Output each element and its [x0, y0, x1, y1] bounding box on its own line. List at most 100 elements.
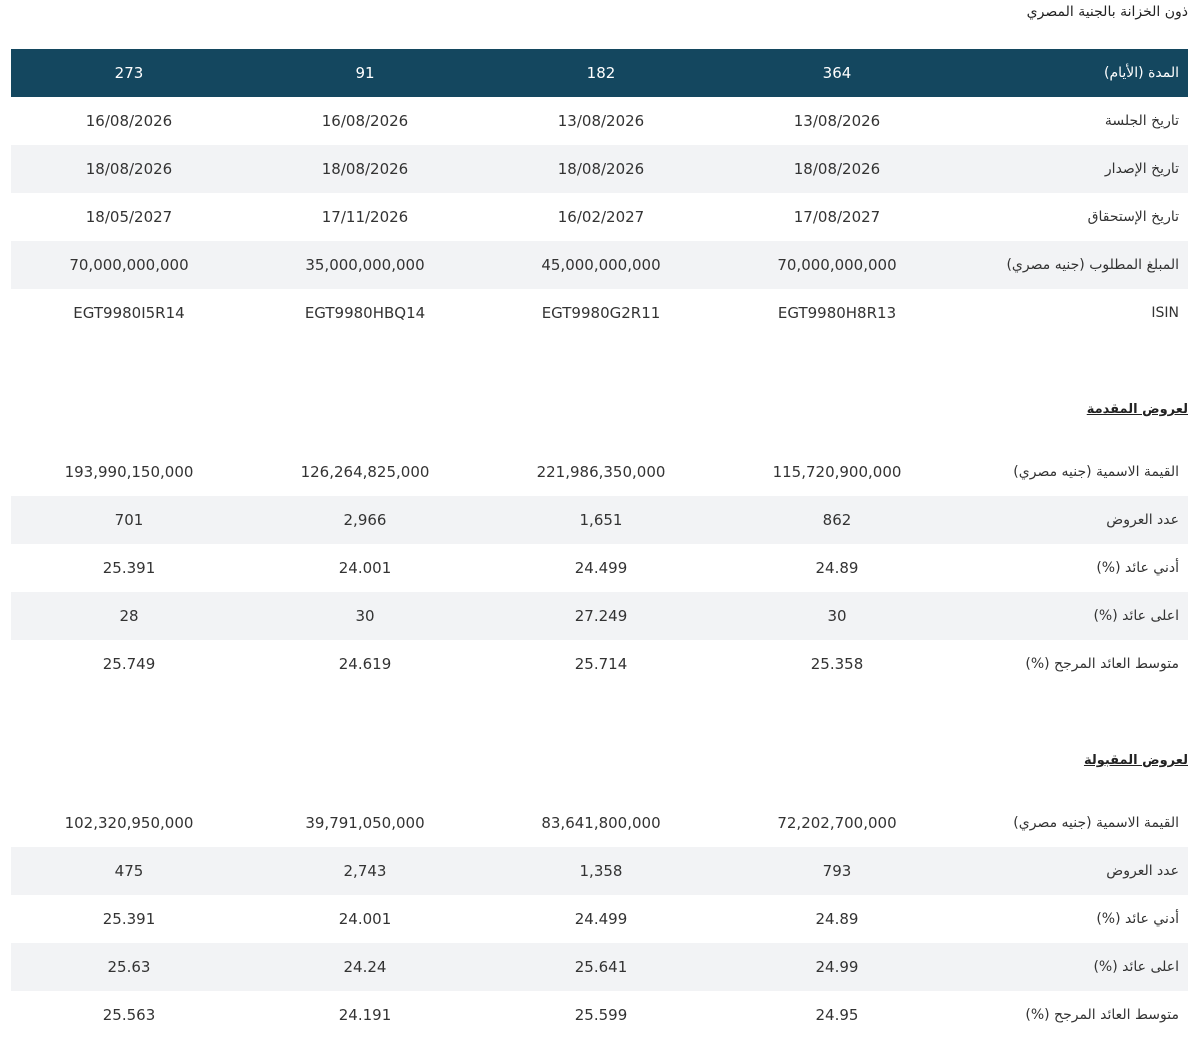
table-cell: 18/08/2026: [793, 160, 881, 178]
table-cell: 25.358: [810, 655, 864, 673]
table-cell: 17/11/2026: [321, 208, 409, 226]
table-cell: 24.191: [338, 1006, 392, 1024]
table-cell: 13/08/2026: [793, 112, 881, 130]
table-cell: 25.749: [102, 655, 156, 673]
table-cell: 701: [114, 511, 144, 529]
table-cell: 45,000,000,000: [541, 256, 661, 274]
table-cell: 24.001: [338, 910, 392, 928]
table-cell: 102,320,950,000: [64, 814, 194, 832]
table-cell: 115,720,900,000: [772, 463, 902, 481]
table-cell: 13/08/2026: [557, 112, 645, 130]
table-cell: 24.89: [815, 910, 859, 928]
table-cell: 24.95: [815, 1006, 859, 1024]
page-title: ذون الخزانة بالجنية المصري: [1026, 4, 1188, 20]
row-label: تاريخ الإستحقاق: [1087, 209, 1179, 225]
row-label: أدني عائد (%): [1096, 911, 1179, 927]
table-row-required-amount: 70,000,000,000 35,000,000,000 45,000,000…: [11, 241, 1188, 289]
accepted-bids-heading: لعروض المقبولة: [1083, 753, 1188, 768]
table-cell: 18/05/2027: [85, 208, 173, 226]
table-cell: 17/08/2027: [793, 208, 881, 226]
table-cell: 193,990,150,000: [64, 463, 194, 481]
table-cell: 30: [827, 607, 847, 625]
table-cell: 475: [114, 862, 144, 880]
table-cell: EGT9980HBQ14: [304, 304, 426, 322]
row-label: القيمة الاسمية (جنيه مصري): [1013, 464, 1179, 480]
table-cell: 70,000,000,000: [777, 256, 897, 274]
table-row-min-yield: 25.391 24.001 24.499 24.89 أدني عائد (%): [11, 544, 1188, 592]
terms-table: 273 91 182 364 المدة (الأيام) 16/08/2026…: [11, 49, 1188, 337]
table-cell: 24.99: [815, 958, 859, 976]
table-row-bid-count: 701 2,966 1,651 862 عدد العروض: [11, 496, 1188, 544]
header-cell-273: 273: [114, 64, 144, 82]
table-row-max-yield: 25.63 24.24 25.641 24.99 اعلى عائد (%): [11, 943, 1188, 991]
table-cell: 24.001: [338, 559, 392, 577]
table-row-maturity-date: 18/05/2027 17/11/2026 16/02/2027 17/08/2…: [11, 193, 1188, 241]
table-cell: 25.714: [574, 655, 628, 673]
header-cell-182: 182: [586, 64, 616, 82]
table-row-isin: EGT9980I5R14 EGT9980HBQ14 EGT9980G2R11 E…: [11, 289, 1188, 337]
table-cell: 25.599: [574, 1006, 628, 1024]
table-cell: EGT9980G2R11: [541, 304, 661, 322]
table-row-nominal-value: 102,320,950,000 39,791,050,000 83,641,80…: [11, 799, 1188, 847]
table-cell: 35,000,000,000: [305, 256, 425, 274]
table-cell: 1,651: [579, 511, 623, 529]
table-row-bid-count: 475 2,743 1,358 793 عدد العروض: [11, 847, 1188, 895]
table-cell: 25.63: [107, 958, 151, 976]
table-cell: EGT9980H8R13: [777, 304, 897, 322]
table-row-weighted-avg-yield: 25.749 24.619 25.714 25.358 متوسط العائد…: [11, 640, 1188, 688]
table-cell: 39,791,050,000: [305, 814, 425, 832]
header-cell-364: 364: [822, 64, 852, 82]
table-row-max-yield: 28 30 27.249 30 اعلى عائد (%): [11, 592, 1188, 640]
table-cell: 24.24: [343, 958, 387, 976]
table-row-min-yield: 25.391 24.001 24.499 24.89 أدني عائد (%): [11, 895, 1188, 943]
header-label-duration: المدة (الأيام): [1103, 65, 1179, 81]
table-cell: 18/08/2026: [321, 160, 409, 178]
offered-bids-heading: لعروض المقدمة: [1086, 402, 1188, 417]
table-cell: 16/08/2026: [321, 112, 409, 130]
table-cell: 24.619: [338, 655, 392, 673]
table-cell: 18/08/2026: [85, 160, 173, 178]
row-label: عدد العروض: [1106, 863, 1179, 879]
table-cell: 27.249: [574, 607, 628, 625]
table-cell: 862: [822, 511, 852, 529]
row-label: ISIN: [1151, 305, 1179, 321]
table-row-weighted-avg-yield: 25.563 24.191 25.599 24.95 متوسط العائد …: [11, 991, 1188, 1039]
table-cell: 16/02/2027: [557, 208, 645, 226]
table-cell: 25.391: [102, 910, 156, 928]
table-row-issue-date: 18/08/2026 18/08/2026 18/08/2026 18/08/2…: [11, 145, 1188, 193]
table-cell: 2,966: [343, 511, 387, 529]
table-cell: 30: [355, 607, 375, 625]
table-cell: 793: [822, 862, 852, 880]
header-cell-91: 91: [355, 64, 375, 82]
table-cell: 18/08/2026: [557, 160, 645, 178]
table-cell: 25.641: [574, 958, 628, 976]
row-label: اعلى عائد (%): [1093, 959, 1179, 975]
accepted-bids-table: 102,320,950,000 39,791,050,000 83,641,80…: [11, 799, 1188, 1039]
row-label: تاريخ الجلسة: [1104, 113, 1179, 129]
table-cell: 126,264,825,000: [300, 463, 430, 481]
row-label: تاريخ الإصدار: [1104, 161, 1179, 177]
offered-bids-table: 193,990,150,000 126,264,825,000 221,986,…: [11, 448, 1188, 688]
row-label: عدد العروض: [1106, 512, 1179, 528]
table-cell: 25.391: [102, 559, 156, 577]
table-cell: 25.563: [102, 1006, 156, 1024]
table-row-session-date: 16/08/2026 16/08/2026 13/08/2026 13/08/2…: [11, 97, 1188, 145]
row-label: المبلغ المطلوب (جنيه مصري): [1006, 257, 1179, 273]
row-label: القيمة الاسمية (جنيه مصري): [1013, 815, 1179, 831]
table-row-nominal-value: 193,990,150,000 126,264,825,000 221,986,…: [11, 448, 1188, 496]
row-label: متوسط العائد المرجح (%): [1025, 1007, 1179, 1023]
table-cell: 24.499: [574, 910, 628, 928]
table-cell: EGT9980I5R14: [73, 304, 185, 322]
table-cell: 16/08/2026: [85, 112, 173, 130]
table-cell: 1,358: [579, 862, 623, 880]
table-cell: 24.499: [574, 559, 628, 577]
table-cell: 24.89: [815, 559, 859, 577]
table-cell: 72,202,700,000: [777, 814, 897, 832]
table-cell: 221,986,350,000: [536, 463, 666, 481]
row-label: أدني عائد (%): [1096, 560, 1179, 576]
table-cell: 2,743: [343, 862, 387, 880]
table-header-row: 273 91 182 364 المدة (الأيام): [11, 49, 1188, 97]
row-label: اعلى عائد (%): [1093, 608, 1179, 624]
row-label: متوسط العائد المرجح (%): [1025, 656, 1179, 672]
table-cell: 83,641,800,000: [541, 814, 661, 832]
